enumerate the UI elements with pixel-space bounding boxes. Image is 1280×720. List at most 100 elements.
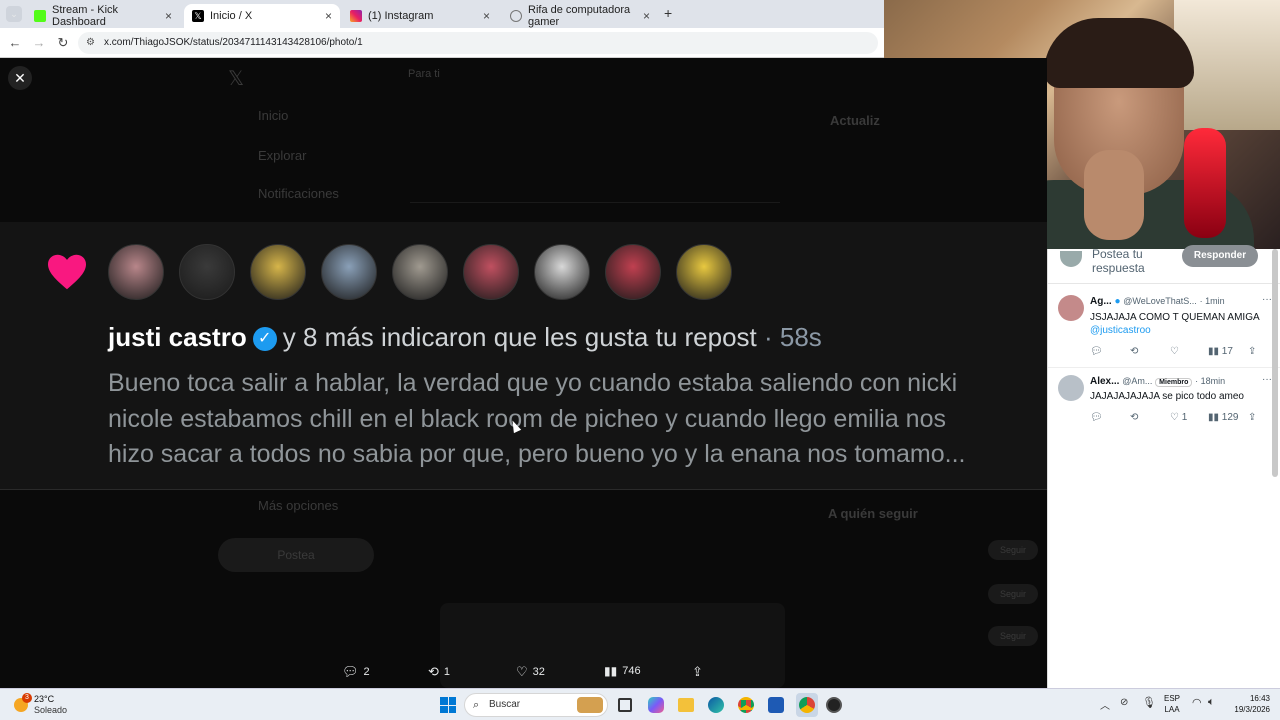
close-icon[interactable]: ×	[165, 9, 172, 23]
share-icon[interactable]: ⇪	[1248, 346, 1256, 357]
like-icon[interactable]: ♡	[1170, 346, 1179, 357]
share-icon: ⇪	[692, 664, 703, 679]
verified-badge-icon: ✓	[252, 327, 277, 352]
nav-more[interactable]: Más opciones	[258, 498, 338, 513]
chrome-icon[interactable]	[738, 697, 754, 713]
reply-author[interactable]: Ag...	[1090, 296, 1112, 307]
site-info-icon[interactable]: ⚙	[86, 32, 95, 54]
forward-icon[interactable]: →	[30, 34, 48, 52]
follow-button[interactable]: Seguir	[988, 584, 1038, 604]
liker-avatar[interactable]	[534, 244, 590, 300]
views-count: 129	[1221, 412, 1239, 423]
volume-icon[interactable]: 🔈︎	[1208, 696, 1215, 709]
network-off-icon[interactable]: ⊘	[1120, 697, 1128, 708]
notification-body-line: hizo sacar a todos no sabia por que, per…	[108, 440, 966, 468]
x-logo-icon: 𝕏	[228, 68, 245, 90]
views-stat[interactable]: ▮▮ 17	[1208, 346, 1233, 357]
tab-x[interactable]: 𝕏 Inicio / X ×	[184, 4, 340, 28]
liker-avatar[interactable]	[108, 244, 164, 300]
start-button[interactable]	[440, 697, 456, 713]
more-icon[interactable]: ···	[1262, 294, 1272, 305]
back-icon[interactable]: ←	[6, 34, 24, 52]
views-icon: ▮▮	[604, 664, 618, 678]
more-icon[interactable]: ···	[1262, 374, 1272, 385]
share-stat[interactable]: ⇪	[692, 664, 703, 680]
url-input[interactable]: ⚙ x.com/ThiagoJSOK/status/20347111431434…	[78, 32, 878, 54]
browser-tab-bar: ⌄ Stream - Kick Dashboard × 𝕏 Inicio / X…	[0, 0, 884, 28]
search-label: Buscar	[489, 699, 521, 710]
copilot-icon[interactable]	[648, 697, 664, 713]
notification-body-line: nicole estabamos chill en el black room …	[108, 404, 946, 433]
tab-kick[interactable]: Stream - Kick Dashboard ×	[26, 4, 180, 28]
lang-bottom: LAA	[1164, 705, 1180, 714]
liker-avatar[interactable]	[250, 244, 306, 300]
reply-icon[interactable]: 💬︎	[1090, 412, 1103, 423]
follow-button[interactable]: Seguir	[988, 626, 1038, 646]
reply-button[interactable]: Responder	[1182, 245, 1258, 267]
reply-icon: 💬︎	[342, 664, 359, 679]
weather-temp: 23°C	[34, 694, 55, 704]
notification-time: · 58s	[764, 322, 822, 352]
reply-input[interactable]: Postea tu respuesta	[1092, 247, 1182, 275]
follow-button[interactable]: Seguir	[988, 540, 1038, 560]
views-stat[interactable]: ▮▮ 746	[604, 664, 641, 678]
store-icon[interactable]	[768, 697, 784, 713]
new-tab-button[interactable]: +	[664, 5, 672, 21]
scrollbar[interactable]	[1272, 249, 1278, 477]
reload-icon[interactable]: ↻	[54, 34, 72, 52]
liker-avatar[interactable]	[676, 244, 732, 300]
wifi-icon[interactable]: ◠	[1192, 696, 1202, 709]
microphone-icon[interactable]: 🎙︎	[1142, 696, 1156, 709]
reply-handle[interactable]: @WeLoveThatS...	[1123, 296, 1197, 306]
x-logo-icon: 𝕏	[192, 10, 204, 22]
tab-instagram[interactable]: (1) Instagram ×	[342, 4, 498, 28]
views-count: 17	[1221, 346, 1233, 357]
post-button[interactable]: Postea	[218, 538, 374, 572]
close-photo-button[interactable]: ✕	[8, 66, 32, 90]
tray-chevron-icon[interactable]: ︿	[1100, 697, 1110, 712]
liker-avatar[interactable]	[321, 244, 377, 300]
reply-handle[interactable]: @Am...	[1122, 376, 1152, 386]
repost-icon[interactable]: ⟲	[1130, 412, 1138, 423]
reply-avatar[interactable]	[1058, 375, 1084, 401]
liker-avatar[interactable]	[179, 244, 235, 300]
nav-explore[interactable]: Explorar	[258, 148, 306, 163]
heart-icon	[48, 254, 86, 290]
file-explorer-icon[interactable]	[678, 698, 694, 712]
notification-name[interactable]: justi castro	[108, 322, 247, 352]
nav-notifications[interactable]: Notificaciones	[258, 186, 339, 201]
reply-author[interactable]: Alex...	[1090, 376, 1119, 387]
clock[interactable]: 16:43 19/3/2026	[1228, 693, 1270, 715]
tab-search-button[interactable]: ⌄	[6, 6, 22, 22]
liker-avatar[interactable]	[463, 244, 519, 300]
like-stat[interactable]: ♡ 1	[1170, 412, 1187, 423]
close-icon[interactable]: ×	[483, 9, 490, 23]
task-view-icon[interactable]	[618, 698, 632, 712]
close-icon[interactable]: ×	[325, 9, 332, 23]
nav-home[interactable]: Inicio	[258, 108, 288, 123]
taskbar-search[interactable]: ⌕ Buscar	[464, 693, 608, 717]
chrome-profile-icon[interactable]	[796, 693, 818, 717]
obs-icon[interactable]	[826, 697, 842, 713]
repost-icon[interactable]: ⟲	[1130, 346, 1138, 357]
repost-stat[interactable]: ⟲ 1	[428, 664, 450, 680]
language-indicator[interactable]: ESP LAA	[1164, 693, 1180, 715]
weather-widget[interactable]: 3 23°C Soleado	[12, 693, 92, 717]
views-stat[interactable]: ▮▮ 129	[1208, 412, 1238, 423]
tab-for-you[interactable]: Para ti	[408, 68, 440, 80]
reply-mention[interactable]: @justicastroo	[1090, 325, 1151, 336]
tab-title: Stream - Kick Dashboard	[52, 4, 119, 28]
share-icon[interactable]: ⇪	[1248, 412, 1256, 423]
reply-stat[interactable]: 💬︎ 2	[342, 664, 370, 680]
who-to-follow-heading: A quién seguir	[828, 506, 918, 521]
reply-avatar[interactable]	[1058, 295, 1084, 321]
like-count: 32	[532, 666, 545, 678]
edge-icon[interactable]	[708, 697, 724, 713]
reply-icon[interactable]: 💬︎	[1090, 346, 1103, 357]
liker-avatar[interactable]	[392, 244, 448, 300]
like-stat[interactable]: ♡ 32	[516, 664, 545, 680]
clock-time: 16:43	[1249, 694, 1270, 703]
close-icon[interactable]: ×	[643, 9, 650, 23]
tab-rifa[interactable]: Rifa de computadora gamer ×	[502, 4, 658, 28]
liker-avatar[interactable]	[605, 244, 661, 300]
